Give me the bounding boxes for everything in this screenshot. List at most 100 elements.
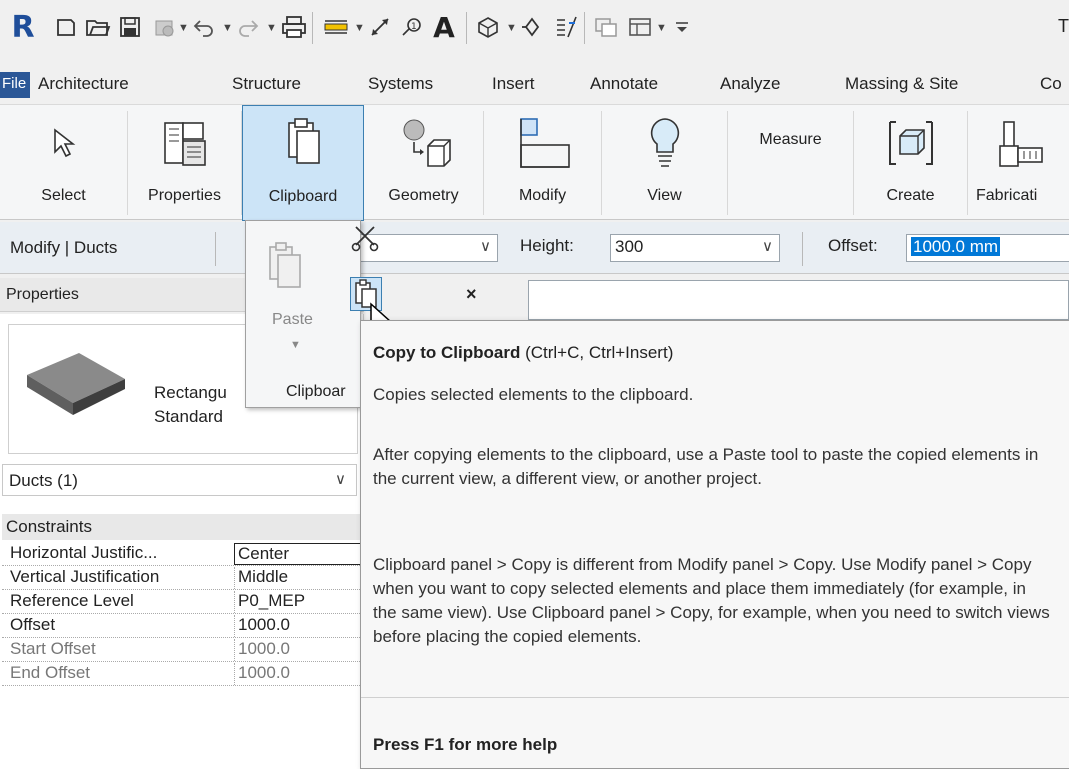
tab-structure[interactable]: Structure bbox=[232, 74, 301, 94]
tooltip-help: Press F1 for more help bbox=[373, 735, 558, 754]
lightbulb-icon bbox=[602, 115, 727, 171]
paste-button[interactable]: Paste ▼ bbox=[254, 227, 316, 357]
tab-annotate[interactable]: Annotate bbox=[590, 74, 658, 94]
app-logo-icon[interactable]: R bbox=[8, 9, 38, 45]
tab-massing-site[interactable]: Massing & Site bbox=[845, 74, 958, 94]
property-row[interactable]: Start Offset 1000.0 bbox=[2, 638, 362, 662]
dimension-icon[interactable] bbox=[366, 12, 394, 42]
print-icon[interactable] bbox=[280, 12, 308, 42]
open-icon[interactable] bbox=[84, 12, 112, 42]
tooltip-shortcut: (Ctrl+C, Ctrl+Insert) bbox=[525, 343, 674, 362]
redo-icon[interactable] bbox=[234, 12, 262, 42]
property-value: 1000.0 bbox=[234, 639, 362, 661]
view-button[interactable]: View bbox=[602, 111, 728, 215]
duct-thumbnail-icon bbox=[21, 331, 131, 431]
select-button[interactable]: Select bbox=[0, 111, 128, 215]
clipboard-flyout: Paste ▼ Clipboar bbox=[245, 220, 382, 408]
height-value: 300 bbox=[615, 237, 644, 256]
tooltip-separator bbox=[361, 697, 1069, 698]
window-title-fragment: T bbox=[1058, 16, 1069, 36]
toolbar-separator bbox=[466, 12, 467, 44]
save-icon[interactable] bbox=[116, 12, 144, 42]
property-row[interactable]: Reference Level P0_MEP bbox=[2, 590, 362, 614]
create-button[interactable]: Create bbox=[854, 111, 968, 215]
property-row[interactable]: Vertical Justification Middle bbox=[2, 566, 362, 590]
geometry-icon bbox=[364, 115, 483, 171]
geometry-label: Geometry bbox=[388, 187, 459, 204]
tag-icon[interactable]: 1 bbox=[398, 12, 426, 42]
property-value[interactable]: Center bbox=[234, 543, 362, 565]
customize-icon[interactable] bbox=[668, 12, 696, 42]
properties-close-button[interactable]: × bbox=[466, 284, 477, 305]
switch-windows-icon[interactable] bbox=[626, 12, 654, 42]
measure-icon[interactable] bbox=[322, 12, 350, 42]
type-family-name: Rectangu bbox=[154, 383, 227, 402]
width-combo[interactable]: ∨ bbox=[360, 234, 498, 262]
view-label: View bbox=[647, 187, 682, 204]
chevron-down-icon[interactable]: ∨ bbox=[480, 237, 491, 255]
tab-insert[interactable]: Insert bbox=[492, 74, 535, 94]
modify-icon bbox=[484, 115, 601, 171]
property-row[interactable]: End Offset 1000.0 bbox=[2, 662, 362, 686]
height-combo[interactable]: 300 ∨ bbox=[610, 234, 780, 262]
redo-dropdown-icon[interactable]: ▼ bbox=[266, 22, 277, 34]
property-name: Reference Level bbox=[10, 591, 134, 610]
tab-analyze[interactable]: Analyze bbox=[720, 74, 780, 94]
tooltip-paragraph: After copying elements to the clipboard,… bbox=[373, 445, 1039, 488]
properties-icon bbox=[128, 115, 241, 171]
property-row[interactable]: Offset 1000.0 bbox=[2, 614, 362, 638]
fabrication-button[interactable]: Fabricati bbox=[968, 111, 1069, 215]
instance-filter-label: Ducts (1) bbox=[9, 471, 78, 490]
drawing-area[interactable] bbox=[528, 280, 1069, 320]
app-logo-letter: R bbox=[11, 9, 35, 45]
sync-dropdown-icon[interactable]: ▼ bbox=[178, 22, 189, 34]
tab-systems[interactable]: Systems bbox=[368, 74, 433, 94]
clipboard-button[interactable]: Clipboard bbox=[242, 105, 364, 221]
fabrication-label: Fabricati bbox=[976, 187, 1038, 204]
3d-view-dropdown-icon[interactable]: ▼ bbox=[506, 22, 517, 34]
height-label: Height: bbox=[520, 236, 574, 255]
category-constraints[interactable]: Constraints bbox=[2, 514, 362, 540]
clipboard-panel-label: Clipboar bbox=[286, 383, 346, 400]
offset-input[interactable]: 1000.0 mm bbox=[906, 234, 1069, 262]
sync-icon[interactable] bbox=[150, 12, 178, 42]
options-bar: Modify | Ducts ∨ Height: 300 ∨ Offset: 1… bbox=[0, 222, 1069, 274]
modify-button[interactable]: Modify bbox=[484, 111, 602, 215]
context-label: Modify | Ducts bbox=[10, 238, 118, 257]
tooltip-description: Copies selected elements to the clipboar… bbox=[373, 385, 694, 404]
cut-button[interactable] bbox=[350, 223, 380, 253]
property-value[interactable]: 1000.0 bbox=[234, 615, 362, 637]
property-name: Horizontal Justific... bbox=[10, 543, 158, 562]
chevron-down-icon[interactable]: ▼ bbox=[290, 339, 301, 351]
new-icon[interactable] bbox=[52, 12, 80, 42]
property-value[interactable]: Middle bbox=[234, 567, 362, 589]
property-name: Vertical Justification bbox=[10, 567, 160, 586]
section-icon[interactable] bbox=[518, 12, 546, 42]
property-value[interactable]: P0_MEP bbox=[234, 591, 362, 613]
chevron-down-icon[interactable]: ∨ bbox=[762, 237, 773, 255]
property-row[interactable]: Horizontal Justific... Center bbox=[2, 542, 362, 566]
switch-windows-dropdown-icon[interactable]: ▼ bbox=[656, 22, 667, 34]
measure-panel[interactable]: Measure bbox=[728, 111, 854, 215]
3d-view-icon[interactable] bbox=[474, 12, 502, 42]
options-separator bbox=[802, 232, 803, 266]
offset-value: 1000.0 mm bbox=[911, 237, 1001, 256]
offset-label: Offset: bbox=[828, 236, 878, 255]
thin-lines-icon[interactable] bbox=[552, 12, 580, 42]
properties-button[interactable]: Properties bbox=[128, 111, 242, 215]
ribbon-tabs: File Architecture Structure Systems Inse… bbox=[0, 68, 1069, 104]
tab-architecture[interactable]: Architecture bbox=[38, 74, 129, 94]
undo-icon[interactable] bbox=[190, 12, 218, 42]
select-label: Select bbox=[41, 187, 86, 204]
type-name: Standard bbox=[154, 407, 223, 426]
tab-collaborate[interactable]: Co bbox=[1040, 74, 1062, 94]
instance-filter-dropdown[interactable]: Ducts (1) ∨ bbox=[2, 464, 357, 496]
measure-dropdown-icon[interactable]: ▼ bbox=[354, 22, 365, 34]
tab-file[interactable]: File bbox=[0, 72, 30, 98]
chevron-down-icon[interactable]: ∨ bbox=[335, 470, 346, 488]
close-hidden-icon[interactable] bbox=[592, 12, 620, 42]
geometry-button[interactable]: Geometry bbox=[364, 111, 484, 215]
text-icon[interactable]: A bbox=[430, 11, 458, 44]
undo-dropdown-icon[interactable]: ▼ bbox=[222, 22, 233, 34]
tooltip-command-name: Copy to Clipboard bbox=[373, 343, 521, 362]
